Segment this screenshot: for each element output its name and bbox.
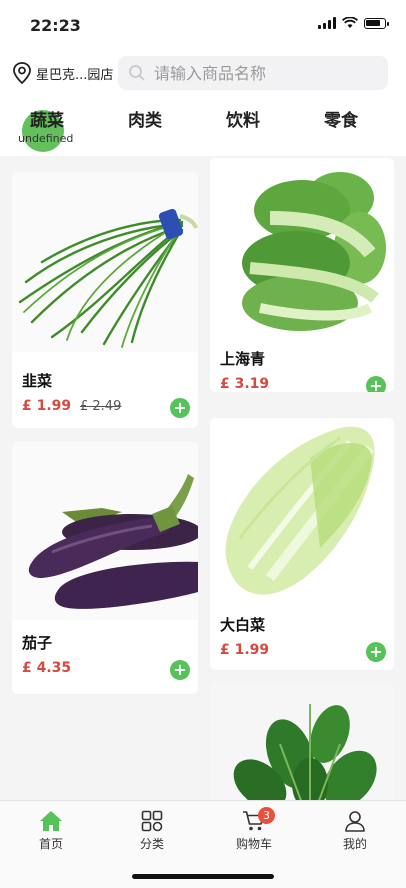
add-to-cart-button[interactable]: + [170, 660, 190, 680]
product-card[interactable]: 上海青 £ 3.19 + [210, 158, 394, 392]
tabbar-item-category[interactable]: 分类 [122, 807, 182, 852]
category-icon [141, 810, 163, 832]
home-icon [40, 811, 62, 831]
cart-badge: 3 [258, 807, 275, 824]
tabbar-item-profile[interactable]: 我的 [325, 807, 385, 852]
product-image-bok-choy [210, 158, 394, 340]
plus-icon: + [173, 660, 187, 679]
tabbar-item-home[interactable]: 首页 [21, 807, 81, 852]
product-image-eggplant [12, 442, 198, 620]
tab-meat[interactable]: 肉类 [128, 106, 162, 131]
product-name: 大白菜 [220, 616, 266, 634]
tabbar-label: 购物车 [235, 837, 272, 851]
add-to-cart-button[interactable]: + [170, 398, 190, 418]
search-icon [129, 65, 145, 81]
product-image-chives [12, 172, 198, 352]
product-card[interactable] [210, 684, 394, 800]
product-card[interactable]: 韭菜 £ 1.99 £ 2.49 + [12, 172, 198, 428]
add-to-cart-button[interactable]: + [366, 376, 386, 392]
battery-icon [364, 17, 389, 29]
tab-drinks[interactable]: 饮料 [226, 106, 260, 131]
status-icons [318, 17, 389, 29]
tabbar-item-cart[interactable]: 3 购物车 [224, 807, 284, 852]
product-image-napa-cabbage [210, 418, 394, 604]
tab-subtitle: undefined [18, 132, 74, 145]
store-name: 星巴克...园店 [36, 67, 114, 83]
status-bar: 22:23 [0, 0, 406, 50]
tabbar-label: 首页 [38, 837, 63, 851]
product-name: 上海青 [220, 350, 266, 368]
home-indicator [132, 874, 274, 879]
status-time: 22:23 [30, 16, 81, 35]
plus-icon: + [369, 642, 383, 661]
plus-icon: + [173, 398, 187, 417]
product-price: £ 1.99 [22, 398, 72, 414]
category-tabs: 蔬菜 undefined 肉类 饮料 零食 [0, 98, 406, 156]
user-icon [345, 811, 365, 832]
product-name: 茄子 [22, 634, 53, 652]
search-bar[interactable] [118, 56, 388, 90]
tabbar-label: 分类 [139, 837, 164, 851]
header: 星巴克...园店 [0, 50, 406, 98]
tab-snacks[interactable]: 零食 [324, 106, 358, 131]
product-grid: 韭菜 £ 1.99 £ 2.49 + 上海青 £ 3.19 + 茄子 £ 4.3… [0, 156, 406, 800]
product-price: £ 4.35 [22, 660, 72, 676]
signal-icon [318, 17, 336, 29]
product-card[interactable]: 茄子 £ 4.35 + [12, 442, 198, 694]
product-image-spinach [210, 684, 394, 800]
product-card[interactable]: 大白菜 £ 1.99 + [210, 418, 394, 670]
add-to-cart-button[interactable]: + [366, 642, 386, 662]
tabbar-label: 我的 [342, 837, 367, 851]
product-price: £ 1.99 [220, 642, 270, 658]
product-name: 韭菜 [22, 372, 53, 390]
wifi-icon [342, 17, 358, 28]
location-pin-icon [13, 62, 31, 84]
plus-icon: + [369, 376, 383, 392]
product-old-price: £ 2.49 [80, 399, 122, 414]
tab-vegetables[interactable]: 蔬菜 [30, 106, 64, 131]
product-price: £ 3.19 [220, 376, 270, 392]
store-selector[interactable]: 星巴克...园店 [12, 62, 113, 84]
search-input[interactable] [154, 63, 374, 83]
